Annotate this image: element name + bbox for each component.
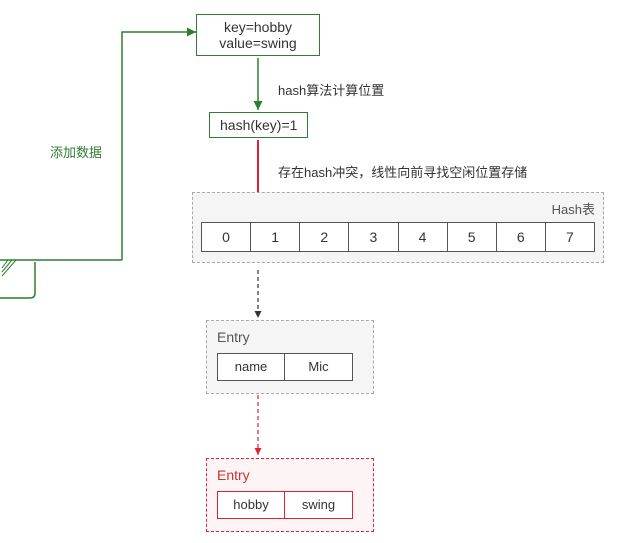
entry-title: Entry <box>217 467 363 483</box>
hash-cell: 5 <box>448 222 497 252</box>
hash-cell: 2 <box>300 222 349 252</box>
entry-title: Entry <box>217 329 363 345</box>
entry-value-cell: Mic <box>285 353 353 381</box>
new-entry-box: Entry hobby swing <box>206 458 374 532</box>
input-value-line: value=swing <box>207 35 309 51</box>
entry-value-cell: swing <box>285 491 353 519</box>
hash-cell: 0 <box>201 222 251 252</box>
existing-entry-box: Entry name Mic <box>206 320 374 394</box>
green-edge-icon <box>2 260 16 276</box>
hash-table-cells: 0 1 2 3 4 5 6 7 <box>201 222 595 252</box>
hash-table: Hash表 0 1 2 3 4 5 6 7 <box>192 192 604 263</box>
hash-step-label: hash算法计算位置 <box>278 80 384 99</box>
entry-key-cell: hobby <box>217 491 285 519</box>
hash-cell: 3 <box>349 222 398 252</box>
collision-label: 存在hash冲突，线性向前寻找空闲位置存储 <box>278 162 527 181</box>
hash-table-title: Hash表 <box>201 199 595 222</box>
hash-cell: 1 <box>251 222 300 252</box>
input-kv-box: key=hobby value=swing <box>196 14 320 56</box>
green-path-to-input <box>122 32 196 260</box>
hash-cell: 6 <box>497 222 546 252</box>
add-data-label: 添加数据 <box>50 142 102 161</box>
green-corner-in <box>0 262 35 298</box>
hash-cell: 7 <box>546 222 595 252</box>
entry-key-cell: name <box>217 353 285 381</box>
input-key-line: key=hobby <box>207 19 309 35</box>
hash-cell: 4 <box>399 222 448 252</box>
hash-result-box: hash(key)=1 <box>209 112 308 138</box>
